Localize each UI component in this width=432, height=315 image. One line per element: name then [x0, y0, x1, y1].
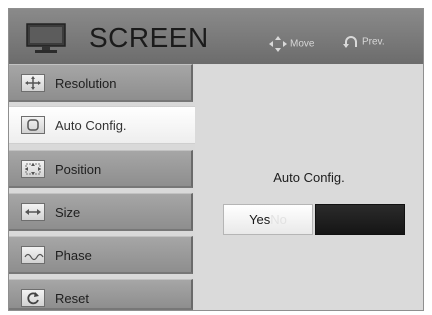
no-button[interactable]	[315, 204, 405, 235]
phase-icon	[21, 246, 45, 264]
prev-hint-label: Prev.	[362, 36, 385, 48]
auto-config-icon	[21, 116, 45, 134]
yes-label: Yes	[249, 212, 271, 227]
sidebar-item-resolution[interactable]: Resolution	[9, 64, 193, 102]
sidebar-item-label: Resolution	[55, 76, 117, 91]
sidebar-item-label: Auto Config.	[55, 118, 127, 133]
sidebar-menu: Resolution Auto Config. Position Size Ph…	[9, 64, 195, 310]
panel-title: Auto Config.	[273, 170, 345, 185]
menu-header: SCREEN Move Prev.	[9, 9, 423, 64]
return-icon	[343, 36, 357, 48]
no-label: No	[270, 212, 287, 227]
sidebar-item-phase[interactable]: Phase	[9, 236, 193, 274]
position-icon	[21, 160, 45, 178]
resolution-icon	[21, 74, 45, 92]
size-icon	[21, 203, 45, 221]
content-panel: Auto Config. YesNo	[195, 64, 423, 310]
sidebar-item-label: Phase	[55, 248, 92, 263]
sidebar-item-auto-config[interactable]: Auto Config.	[9, 106, 195, 144]
sidebar-item-position[interactable]: Position	[9, 150, 193, 188]
sidebar-item-size[interactable]: Size	[9, 193, 193, 231]
reset-icon	[21, 289, 45, 307]
osd-menu: SCREEN Move Prev. Resolution Auto Config…	[8, 8, 424, 311]
sidebar-item-label: Position	[55, 162, 102, 177]
monitor-icon	[26, 23, 66, 53]
sidebar-item-label: Reset	[55, 291, 89, 306]
prev-hint: Prev.	[343, 36, 385, 48]
move-hint: Move	[269, 36, 314, 52]
yes-button[interactable]: YesNo	[223, 204, 313, 235]
sidebar-item-reset[interactable]: Reset	[9, 279, 193, 310]
sidebar-item-label: Size	[55, 205, 81, 220]
move-hint-label: Move	[290, 38, 315, 50]
move-arrows-icon	[269, 36, 287, 52]
page-title: SCREEN	[89, 22, 209, 53]
